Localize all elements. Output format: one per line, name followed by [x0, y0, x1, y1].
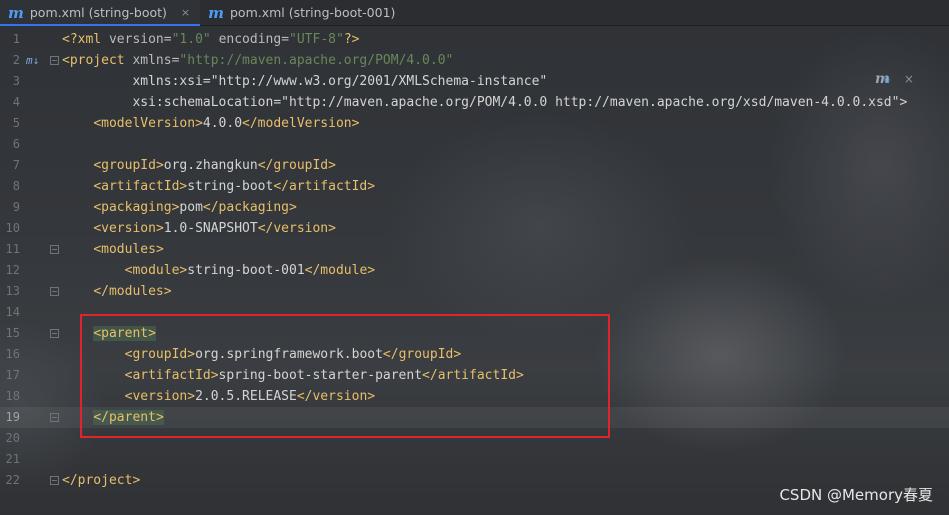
code-line[interactable]: 4 xsi:schemaLocation="http://maven.apach… — [0, 92, 949, 113]
line-number: 14 — [5, 305, 20, 319]
code-text: <module>string-boot-001</module> — [124, 263, 376, 278]
maven-reload-icon[interactable]: m — [875, 71, 890, 87]
fold-toggle-icon[interactable] — [50, 287, 59, 296]
watermark: CSDN @Memory春夏 — [779, 486, 933, 504]
code-line[interactable]: 1 <?xml version="1.0" encoding="UTF-8"?> — [0, 29, 949, 50]
code-text: xmlns:xsi="http://www.w3.org/2001/XMLSch… — [62, 74, 548, 89]
fold-toggle-icon[interactable] — [50, 329, 59, 338]
highlight-box-parent — [80, 314, 610, 438]
line-number: 19 — [5, 410, 20, 424]
maven-load-changes-popup: m × — [875, 71, 914, 87]
line-number: 15 — [5, 326, 20, 340]
line-number: 17 — [5, 368, 20, 382]
code-text: <modelVersion>4.0.0</modelVersion> — [93, 116, 360, 131]
line-number: 22 — [5, 473, 20, 487]
editor-tab-bar: m pom.xml (string-boot) × m pom.xml (str… — [0, 0, 949, 26]
line-number: 7 — [12, 158, 20, 172]
code-line[interactable]: 8 <artifactId>string-boot</artifactId> — [0, 176, 949, 197]
code-text: </modules> — [93, 284, 172, 299]
code-line[interactable]: 7 <groupId>org.zhangkun</groupId> — [0, 155, 949, 176]
code-text: <packaging>pom</packaging> — [93, 200, 297, 215]
tab-pom-string-boot-001[interactable]: m pom.xml (string-boot-001) — [200, 0, 405, 25]
code-line[interactable]: 3 xmlns:xsi="http://www.w3.org/2001/XMLS… — [0, 71, 949, 92]
code-line[interactable]: 13 </modules> — [0, 281, 949, 302]
maven-file-icon: m — [208, 3, 224, 22]
line-number: 18 — [5, 389, 20, 403]
line-number: 21 — [5, 452, 20, 466]
code-text: <artifactId>string-boot</artifactId> — [93, 179, 376, 194]
code-line[interactable]: 11 <modules> — [0, 239, 949, 260]
code-text: <?xml version="1.0" encoding="UTF-8"?> — [62, 32, 360, 47]
maven-gutter-icon[interactable]: m↓ — [26, 50, 39, 71]
line-number: 10 — [5, 221, 20, 235]
code-line[interactable]: 5 <modelVersion>4.0.0</modelVersion> — [0, 113, 949, 134]
line-number: 20 — [5, 431, 20, 445]
line-number: 11 — [5, 242, 20, 256]
code-line[interactable]: 21 — [0, 449, 949, 470]
code-text: xsi:schemaLocation="http://maven.apache.… — [62, 95, 908, 110]
maven-file-icon: m — [8, 3, 24, 22]
code-text: </project> — [62, 473, 141, 488]
code-line[interactable]: 6 — [0, 134, 949, 155]
line-number: 3 — [12, 74, 20, 88]
line-number: 13 — [5, 284, 20, 298]
tab-label: pom.xml (string-boot) — [29, 5, 167, 20]
code-line[interactable]: 9 <packaging>pom</packaging> — [0, 197, 949, 218]
fold-toggle-icon[interactable] — [50, 476, 59, 485]
tab-pom-string-boot[interactable]: m pom.xml (string-boot) × — [0, 0, 201, 26]
code-text: <project xmlns="http://maven.apache.org/… — [62, 53, 454, 68]
code-text: <version>1.0-SNAPSHOT</version> — [93, 221, 336, 236]
fold-toggle-icon[interactable] — [50, 56, 59, 65]
line-number: 8 — [12, 179, 20, 193]
line-number: 16 — [5, 347, 20, 361]
line-number: 9 — [12, 200, 20, 214]
code-line[interactable]: 2 m↓ <project xmlns="http://maven.apache.o… — [0, 50, 949, 71]
code-text: <groupId>org.zhangkun</groupId> — [93, 158, 336, 173]
line-number: 1 — [12, 32, 20, 46]
fold-toggle-icon[interactable] — [50, 413, 59, 422]
line-number: 4 — [12, 95, 20, 109]
line-number: 5 — [12, 116, 20, 130]
line-number: 6 — [12, 137, 20, 151]
line-number: 12 — [5, 263, 20, 277]
code-line[interactable]: 10 <version>1.0-SNAPSHOT</version> — [0, 218, 949, 239]
tab-label: pom.xml (string-boot-001) — [230, 5, 396, 20]
close-icon[interactable]: × — [181, 6, 190, 19]
close-icon[interactable]: × — [904, 72, 914, 86]
fold-toggle-icon[interactable] — [50, 245, 59, 254]
line-number: 2 — [12, 53, 20, 67]
code-line[interactable]: 12 <module>string-boot-001</module> — [0, 260, 949, 281]
code-text: <modules> — [93, 242, 164, 257]
